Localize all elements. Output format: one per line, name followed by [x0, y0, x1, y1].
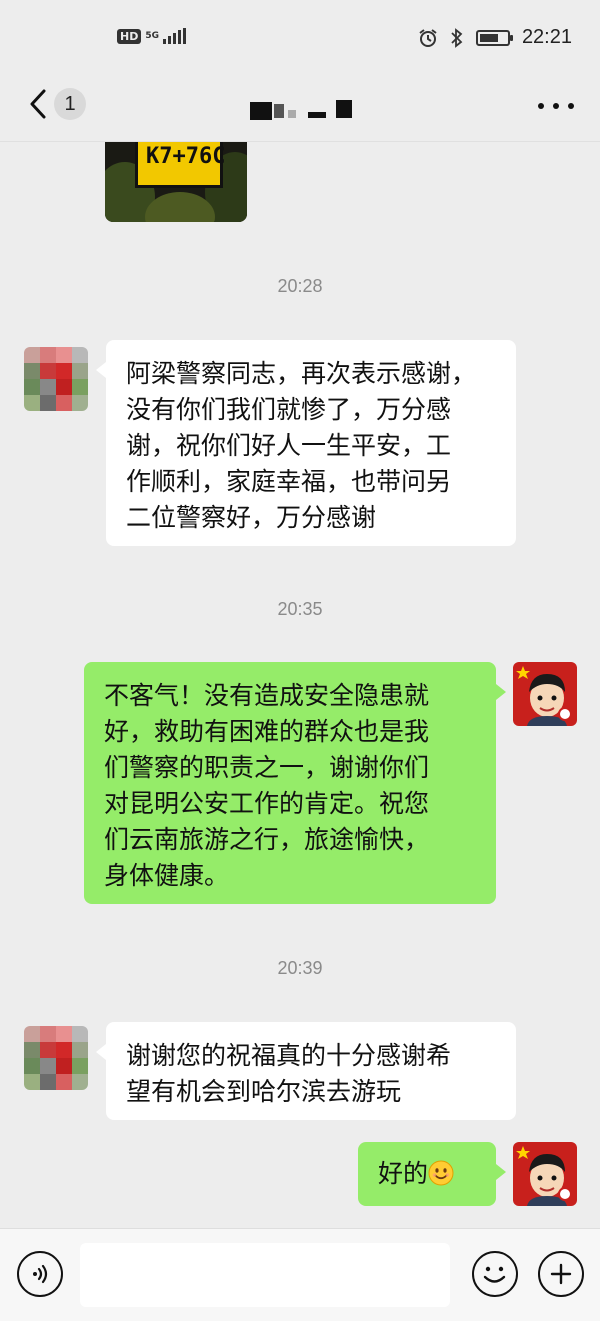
smiley-face-icon [428, 1160, 454, 1186]
message-line: 二位警察好，万分感谢 [126, 503, 377, 532]
police-cartoon-avatar [516, 666, 572, 726]
network-type: 5G [145, 30, 159, 41]
timestamp: 20:35 [277, 599, 323, 619]
message-input[interactable] [80, 1243, 450, 1307]
message-line: 没有你们我们就惨了，万分感 [126, 395, 452, 424]
hd-badge: HD [117, 28, 142, 44]
message-line: 阿梁警察同志，再次表示感谢， [126, 359, 477, 388]
message-line: 好，救助有困难的群众也是我 [104, 717, 430, 746]
voice-input-button[interactable] [17, 1251, 63, 1297]
status-time: 22:21 [521, 26, 572, 48]
message-bubble-outgoing[interactable]: 好的 [358, 1142, 506, 1206]
message-line: 们云南旅游之行，旅途愉快， [104, 825, 430, 854]
battery-icon [475, 29, 513, 46]
unread-count-badge[interactable]: 1 [54, 88, 86, 120]
message-bubble-incoming[interactable]: 谢谢您的祝福真的十分感谢希 望有机会到哈尔滨去游玩 [96, 1022, 516, 1120]
message-line: 不客气！没有造成安全隐患就 [104, 681, 430, 710]
chat-header: 1 [0, 70, 600, 142]
road-sign-text: K7+76C [146, 144, 226, 169]
voice-icon [33, 1264, 48, 1284]
emoji-icon [483, 1266, 506, 1283]
status-right: 22:21 [418, 26, 572, 49]
status-bar: HD 5G 22:21 [0, 0, 600, 70]
my-avatar[interactable] [513, 662, 577, 726]
plus-icon [550, 1263, 572, 1285]
road-sign: K7+76C [135, 142, 226, 188]
input-bar [0, 1228, 600, 1321]
message-line: 们警察的职责之一，谢谢你们 [104, 753, 430, 782]
message-line: 谢谢您的祝福真的十分感谢希 [126, 1041, 452, 1070]
message-line: 好的 [378, 1156, 478, 1192]
police-cartoon-avatar [516, 1146, 572, 1206]
message-line: 作顺利，家庭幸福，也带问另 [126, 467, 452, 496]
more-functions-button[interactable] [538, 1251, 584, 1297]
my-avatar[interactable] [513, 1142, 577, 1206]
message-bubble-incoming[interactable]: 阿梁警察同志，再次表示感谢， 没有你们我们就惨了，万分感 谢，祝你们好人一生平安… [96, 340, 516, 546]
image-message[interactable]: K7+76C [105, 142, 247, 222]
message-line: 身体健康。 [104, 861, 230, 890]
header-divider [0, 141, 600, 142]
status-left: HD 5G [117, 28, 186, 44]
chat-screen: HD 5G 22:21 1 K7+76C 20:28 阿梁警察同志，再次表示感谢… [0, 0, 600, 1321]
more-dots-icon [538, 103, 544, 109]
signal-icon [163, 28, 186, 44]
message-line: 对昆明公安工作的肯定。祝您 [104, 789, 430, 818]
bluetooth-icon [451, 27, 463, 48]
message-line: 谢，祝你们好人一生平安，工 [126, 431, 452, 460]
timestamp: 20:39 [277, 958, 323, 978]
emoji-button[interactable] [472, 1251, 518, 1297]
more-options-button[interactable] [538, 96, 574, 116]
contact-avatar[interactable] [24, 347, 88, 411]
contact-avatar[interactable] [24, 1026, 88, 1090]
chevron-left-icon [30, 89, 46, 119]
message-line: 望有机会到哈尔滨去游玩 [126, 1077, 402, 1106]
contact-name-redacted [250, 98, 360, 122]
message-text: 好的 [378, 1159, 429, 1188]
timestamp: 20:28 [277, 276, 323, 296]
alarm-icon [419, 28, 437, 47]
back-button[interactable] [18, 84, 58, 124]
message-bubble-outgoing[interactable]: 不客气！没有造成安全隐患就 好，救助有困难的群众也是我 们警察的职责之一，谢谢你… [84, 662, 506, 904]
